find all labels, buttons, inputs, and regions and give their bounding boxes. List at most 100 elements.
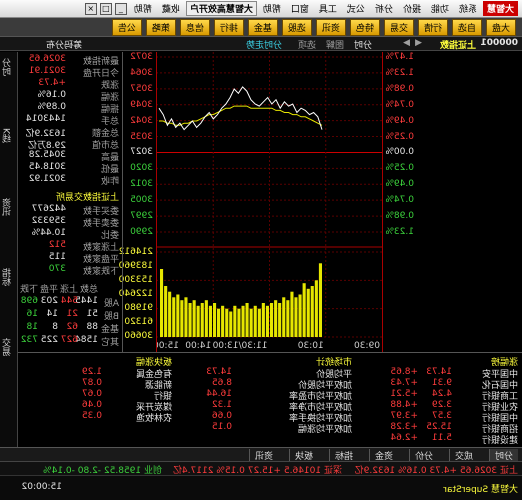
side-tab[interactable]: K线 xyxy=(1,128,15,143)
time-axis-label: 14:00 xyxy=(185,341,211,351)
quote-row-value: 0.89% xyxy=(37,102,66,112)
price-axis-value-label: 3035 xyxy=(130,131,153,142)
volume-bar xyxy=(225,308,229,337)
volume-bar xyxy=(221,305,225,337)
quote-row-label: 昨收 xyxy=(100,177,119,187)
market-stats-value: 16.44 xyxy=(206,389,232,399)
toolbar-fund-button[interactable]: 基金 xyxy=(247,18,278,36)
volume-bar xyxy=(318,263,322,337)
exchange-row-label: 下跌家数 xyxy=(82,267,119,277)
sector-row-value: 0.87 xyxy=(81,378,102,388)
toolbar-info-button[interactable]: 信息 xyxy=(179,18,210,36)
bottom-tab[interactable]: 分时 xyxy=(488,449,518,462)
exchange-row-value: 10.44% xyxy=(31,228,66,238)
breadth-grid-cell: 51 xyxy=(86,309,98,319)
volume-bar xyxy=(310,286,314,337)
bottom-tab[interactable]: 分价 xyxy=(408,449,438,462)
toolbar-feature-button[interactable]: 特色 xyxy=(349,18,380,36)
menu-system[interactable]: 系统 xyxy=(455,1,481,16)
tab-intraday[interactable]: 分时 xyxy=(354,38,372,51)
breadth-grid-cell: 544 xyxy=(60,296,78,306)
breadth-grid-cell: 698 xyxy=(20,296,38,306)
menu-analysis[interactable]: 分析 xyxy=(371,1,397,16)
side-tab[interactable]: 指标 xyxy=(1,268,15,286)
bottom-tab[interactable]: 指标 xyxy=(328,449,358,462)
toolbar-screener-button[interactable]: 选股 xyxy=(281,18,312,36)
menu-tools[interactable]: 工具 xyxy=(315,1,341,16)
market-stats-value: 8.65 xyxy=(211,378,232,388)
price-axis-right: 3072 3064 3057 3049 3042 3035 3027 3020 3012 3005… xyxy=(119,52,157,352)
price-axis-value-label: 3072 xyxy=(130,52,153,62)
side-tab[interactable]: 分时 xyxy=(1,58,15,76)
menu-formula[interactable]: 公式 xyxy=(343,1,369,16)
price-axis-value-label: 3020 xyxy=(130,163,153,174)
time-axis-label: 09:30 xyxy=(354,341,380,351)
minimize-button[interactable]: _ xyxy=(114,2,127,15)
volume-bar xyxy=(261,303,265,337)
toolbar-rank-button[interactable]: 排行 xyxy=(213,18,244,36)
volume-bar xyxy=(164,286,168,337)
breadth-grid-header: 平盘 xyxy=(39,285,58,295)
chip-distribution-tab[interactable]: 筹码分布 xyxy=(46,38,82,51)
tab-options[interactable]: 选项 xyxy=(298,38,316,51)
brand-banner[interactable]: 大智慧高效开户 xyxy=(185,1,257,16)
tab-diagram[interactable]: 图解 xyxy=(326,38,344,51)
exchange-row-value: 370 xyxy=(48,264,66,274)
side-tab[interactable]: 交易 xyxy=(1,338,15,356)
intraday-chart[interactable]: 09:30 10:30 11:30/13:0014:00 15:00 xyxy=(157,52,382,352)
side-tab[interactable]: 资讯 xyxy=(1,198,15,216)
bottom-tab-bar: 分时 成交 分价 资金 指标 板块 资讯 xyxy=(0,447,522,462)
volume-bar xyxy=(253,305,257,337)
price-axis-value-label: 3064 xyxy=(130,67,153,78)
toolbar-notice-button[interactable]: 公告 xyxy=(111,18,142,36)
menu-quote[interactable]: 报价 xyxy=(399,1,425,16)
volume-bar xyxy=(200,303,204,337)
price-axis-value-label: 2997 xyxy=(130,211,153,222)
volume-bar xyxy=(257,308,261,337)
menu-help-right[interactable]: 帮助 xyxy=(130,1,156,16)
sector-row-name[interactable]: 农林牧渔 xyxy=(136,411,172,424)
volume-axis-label: 91980 xyxy=(124,303,153,313)
quote-panel: 最新指数 3026.65 今日开盘 3021.91 涨跌 +4.73 涨幅 0.16% 振幅 0.… xyxy=(18,52,123,352)
exchange-row-value: 442677 xyxy=(31,204,66,214)
toolbar-strategy-button[interactable]: 策略 xyxy=(145,18,176,36)
toolbar-watchlist-button[interactable]: 自选 xyxy=(451,18,482,36)
nav-prev-icon[interactable]: ◀ xyxy=(415,38,422,48)
menu-window[interactable]: 窗口 xyxy=(287,1,313,16)
menu-function[interactable]: 功能 xyxy=(427,1,453,16)
bottom-tab[interactable]: 资讯 xyxy=(248,449,278,462)
bottom-tab[interactable]: 成交 xyxy=(448,449,478,462)
toolbar-quotes-button[interactable]: 行情 xyxy=(417,18,448,36)
toolbar-news-button[interactable]: 资讯 xyxy=(315,18,346,36)
maximize-button[interactable]: □ xyxy=(99,2,112,15)
status-brand: 大智慧 SuperStar xyxy=(443,485,518,495)
toolbar-trade-button[interactable]: 交易 xyxy=(383,18,414,36)
volume-bar xyxy=(208,305,212,337)
nav-next-icon[interactable]: ▶ xyxy=(403,38,410,48)
quote-row-value: 0.16% xyxy=(37,90,66,100)
menu-favorites[interactable]: 收藏 xyxy=(158,1,184,16)
app-logo: 大智慧 xyxy=(482,1,518,16)
volume-bar xyxy=(168,291,172,337)
gainers-row-price: 5.11 xyxy=(431,433,452,443)
menu-help[interactable]: 帮助 xyxy=(259,1,285,16)
breadth-grid-cell: 16 xyxy=(26,309,38,319)
breadth-grid-row-label: 其它 xyxy=(100,338,119,348)
close-button[interactable]: × xyxy=(84,2,97,15)
volume-axis-label: 214612 xyxy=(118,247,153,257)
time-axis-label: 15:00 xyxy=(157,341,179,351)
price-axis-pct-label: 0.74% xyxy=(385,99,414,110)
bottom-tab[interactable]: 资金 xyxy=(368,449,398,462)
gainers-row-change: +2.64 xyxy=(390,433,418,443)
breadth-grid-cell: 18 xyxy=(26,322,38,332)
gainers-row-name[interactable]: 建设银行 xyxy=(482,433,518,446)
gainers-row-price: 14.73 xyxy=(426,367,452,377)
volume-bar xyxy=(204,300,208,337)
toolbar-market-button[interactable]: 大盘 xyxy=(485,18,516,36)
market-stats-value: 1.32 xyxy=(211,400,232,410)
gainers-row-change: +8.65 xyxy=(390,367,418,377)
volume-bar xyxy=(270,303,274,337)
bottom-tab[interactable]: 板块 xyxy=(288,449,318,462)
sector-row-value: 0.67 xyxy=(81,389,102,399)
volume-bar xyxy=(314,280,318,337)
